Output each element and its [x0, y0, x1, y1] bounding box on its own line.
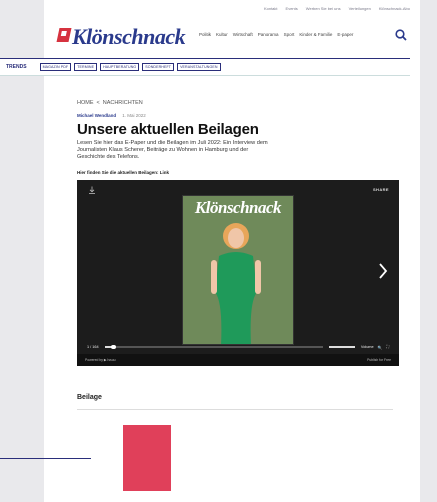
- beilagen-link-hint[interactable]: Hier finden Sie die aktuellen Beilagen: …: [77, 170, 169, 175]
- highlight-box: [123, 425, 171, 491]
- progress-track[interactable]: [104, 344, 323, 350]
- cover-person-figure: [211, 223, 261, 344]
- trend-chip-sonderheft[interactable]: SONDERHEFT: [142, 63, 175, 71]
- trend-chip-termine[interactable]: TERMINE: [74, 63, 98, 71]
- player-controls: 1 / 164 Volume 🔍 ⛶: [77, 342, 399, 352]
- volume-label[interactable]: Volume: [361, 345, 374, 350]
- article-date: 1. Mai 2022: [122, 113, 146, 118]
- fullscreen-icon[interactable]: ⛶: [386, 345, 389, 350]
- topbar-link-events[interactable]: Events: [286, 6, 298, 11]
- breadcrumb-home[interactable]: HOME: [77, 100, 94, 106]
- topbar-link-kontakt[interactable]: Kontakt: [264, 6, 278, 11]
- header: Klönschnack Politik Kultur Wirtschaft Pa…: [44, 24, 420, 50]
- trends-label: TRENDS: [6, 64, 27, 70]
- volume-slider[interactable]: [328, 346, 355, 348]
- logo-text: Klönschnack: [72, 24, 186, 49]
- epaper-player[interactable]: SHARE Klönschnack 1 / 164 Volume 🔍 ⛶ Pow…: [77, 180, 399, 366]
- zoom-icon[interactable]: 🔍: [378, 345, 383, 350]
- topbar-link-verteilungen[interactable]: Verteilungen: [349, 6, 371, 11]
- article-title: Unsere aktuellen Beilagen: [77, 121, 259, 138]
- player-control-buttons: Volume 🔍 ⛶: [361, 345, 389, 350]
- section-divider: [77, 409, 393, 410]
- article-intro: Lesen Sie hier das E-Paper und die Beila…: [77, 140, 268, 160]
- topbar-link-abo[interactable]: Klönschnack-Abo: [379, 6, 410, 11]
- article-byline: Michael Wendland 1. Mai 2022: [77, 113, 146, 118]
- main-nav: Politik Kultur Wirtschaft Panorama Sport…: [199, 32, 353, 37]
- nav-item-politik[interactable]: Politik: [199, 32, 211, 37]
- download-icon[interactable]: [88, 186, 96, 194]
- nav-item-epaper[interactable]: E-paper: [337, 32, 353, 37]
- search-icon[interactable]: [394, 28, 408, 42]
- nav-item-panorama[interactable]: Panorama: [258, 32, 279, 37]
- magazine-cover[interactable]: Klönschnack: [182, 195, 294, 345]
- site-logo[interactable]: Klönschnack: [56, 24, 186, 50]
- trend-chip-veranstaltungen[interactable]: VERANSTALTUNGEN: [177, 63, 221, 71]
- trend-chip-hauptberatung[interactable]: HAUPTBERATUNG: [100, 63, 140, 71]
- cover-title: Klönschnack: [194, 198, 282, 217]
- nav-item-kultur[interactable]: Kultur: [216, 32, 228, 37]
- page-counter: 1 / 164: [87, 345, 99, 349]
- topbar-link-werben[interactable]: Werben Sie bei uns: [306, 6, 341, 11]
- nav-item-kinder-familie[interactable]: Kinder & Familie: [299, 32, 332, 37]
- player-footer: Powered by ▶ Issuu Publish for Free: [77, 354, 399, 366]
- logo-mark-icon: [56, 28, 72, 42]
- progress-knob[interactable]: [111, 344, 116, 350]
- top-utility-links: Kontakt Events Werben Sie bei uns Vertei…: [264, 6, 410, 11]
- page: Kontakt Events Werben Sie bei uns Vertei…: [0, 0, 420, 502]
- article-author[interactable]: Michael Wendland: [77, 113, 116, 118]
- breadcrumb-separator: <: [96, 100, 100, 106]
- powered-by-issuu[interactable]: Powered by ▶ Issuu: [85, 358, 116, 362]
- publish-for-free-link[interactable]: Publish for Free: [367, 358, 391, 362]
- callout-line: [0, 458, 91, 460]
- nav-item-wirtschaft[interactable]: Wirtschaft: [233, 32, 253, 37]
- beilage-heading: Beilage: [77, 394, 102, 401]
- breadcrumb: HOME < NACHRICHTEN: [77, 100, 143, 106]
- trend-chip-magazin-pdf[interactable]: MAGAZIN PDF: [39, 63, 72, 71]
- nav-item-sport[interactable]: Sport: [284, 32, 295, 37]
- trends-bar: TRENDS MAGAZIN PDF TERMINE HAUPTBERATUNG…: [0, 58, 410, 76]
- share-button[interactable]: SHARE: [373, 187, 389, 192]
- next-page-chevron-icon[interactable]: [378, 263, 388, 279]
- breadcrumb-current[interactable]: NACHRICHTEN: [103, 100, 143, 106]
